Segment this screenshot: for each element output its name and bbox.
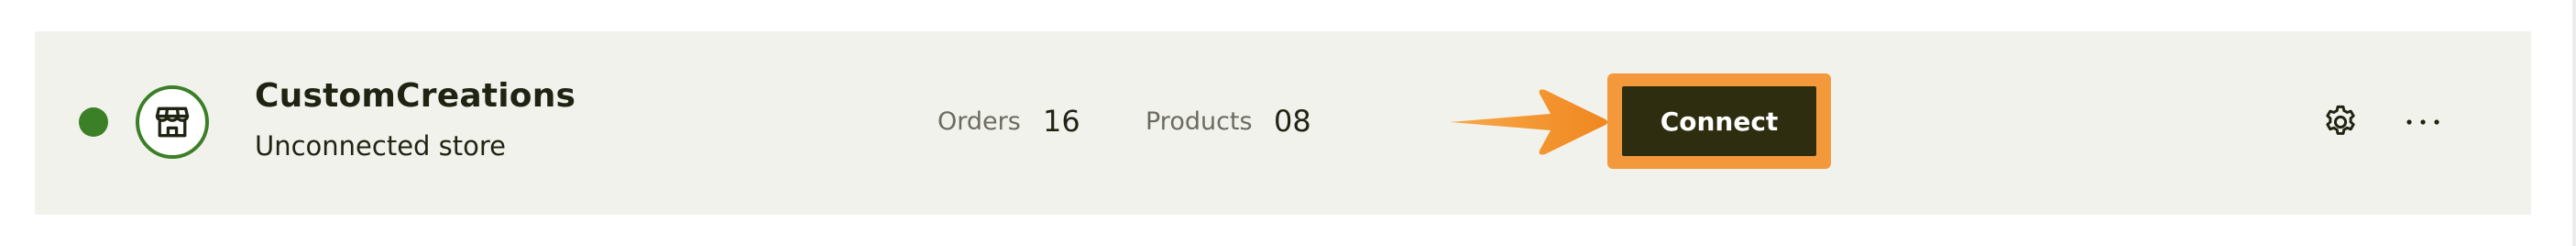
more-horizontal-icon [2406, 119, 2439, 125]
store-status: Unconnected store [255, 130, 507, 162]
more-options-button[interactable] [2399, 98, 2447, 146]
pointer-arrow-icon [1450, 89, 1607, 155]
storefront-icon [155, 106, 190, 138]
settings-button[interactable] [2317, 98, 2364, 146]
store-name: CustomCreations [255, 77, 576, 115]
orders-count: 16 [1043, 104, 1080, 139]
connect-button[interactable]: Connect [1622, 86, 1816, 156]
status-indicator [79, 107, 108, 137]
store-avatar [136, 85, 209, 159]
products-count: 08 [1274, 104, 1311, 139]
products-label: Products [1145, 107, 1253, 136]
store-list-page: CustomCreations Unconnected store Orders… [0, 0, 2576, 246]
gear-icon [2326, 105, 2355, 135]
orders-label: Orders [937, 107, 1021, 136]
page-scrollbar[interactable] [2572, 0, 2576, 246]
